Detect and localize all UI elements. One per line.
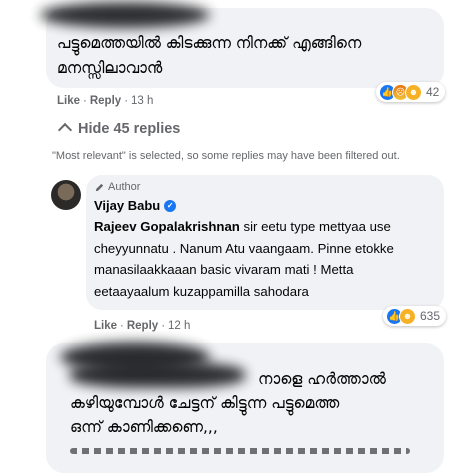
mentioned-user-link[interactable]: Rajeev Gopalakrishnan [94, 219, 240, 234]
hide-replies-label: Hide 45 replies [78, 121, 181, 137]
redacted-commenter-name [70, 362, 245, 388]
reply-link[interactable]: Reply [127, 320, 158, 332]
hide-replies-toggle[interactable]: Hide 45 replies [57, 121, 181, 138]
reaction-count: 635 [420, 309, 441, 323]
verified-badge-icon: ✓ [164, 199, 177, 212]
reaction-count: 42 [426, 85, 440, 99]
comment-timestamp[interactable]: 12 h [168, 320, 190, 332]
like-link[interactable]: Like [57, 95, 80, 107]
top-comment-text-line2: മനസ്സിലാവാൻ [57, 59, 163, 77]
bottom-comment-text-line2: കഴിയുമ്പോൾ ചേട്ടന് കിട്ടുന്ന പട്ടുമെത്ത [70, 394, 340, 412]
top-comment-actions: Like · Reply · 13 h [57, 95, 154, 107]
redacted-commenter-name [40, 2, 210, 28]
pen-icon [95, 183, 104, 191]
avatar[interactable] [51, 180, 81, 210]
author-badge: Author [94, 181, 140, 193]
bottom-comment-text-line1: നാളെ ഹർത്താൽ [258, 370, 386, 388]
bottom-comment-text-line3: ഒന്ന് കാണിക്കണെ,,, [70, 418, 218, 436]
like-link[interactable]: Like [94, 320, 117, 332]
author-name-text: Vijay Babu [94, 198, 161, 213]
author-reply-actions: Like · Reply · 12 h [94, 320, 191, 332]
author-reply-text: Rajeev Gopalakrishnan sir eetu type mett… [94, 216, 409, 302]
author-badge-label: Author [108, 181, 141, 193]
chevron-up-icon [57, 122, 73, 138]
top-comment-text-line1: പട്ടുമെത്തയിൽ കിടക്കുന്ന നിനക്ക് എങ്ങിനെ [57, 34, 362, 52]
comment-timestamp[interactable]: 13 h [131, 95, 153, 107]
filter-notice: "Most relevant" is selected, so some rep… [52, 150, 400, 162]
haha-icon: ☻ [399, 307, 416, 325]
author-reply-reactions[interactable]: 👍 ☻ 635 [383, 306, 447, 326]
haha-icon: ☻ [405, 83, 422, 101]
top-comment-reactions[interactable]: 👍 ☹ ☻ 42 [376, 82, 446, 102]
bottom-comment-cutoff-line [70, 442, 410, 456]
author-name[interactable]: Vijay Babu ✓ [94, 198, 177, 213]
reply-link[interactable]: Reply [90, 95, 121, 107]
